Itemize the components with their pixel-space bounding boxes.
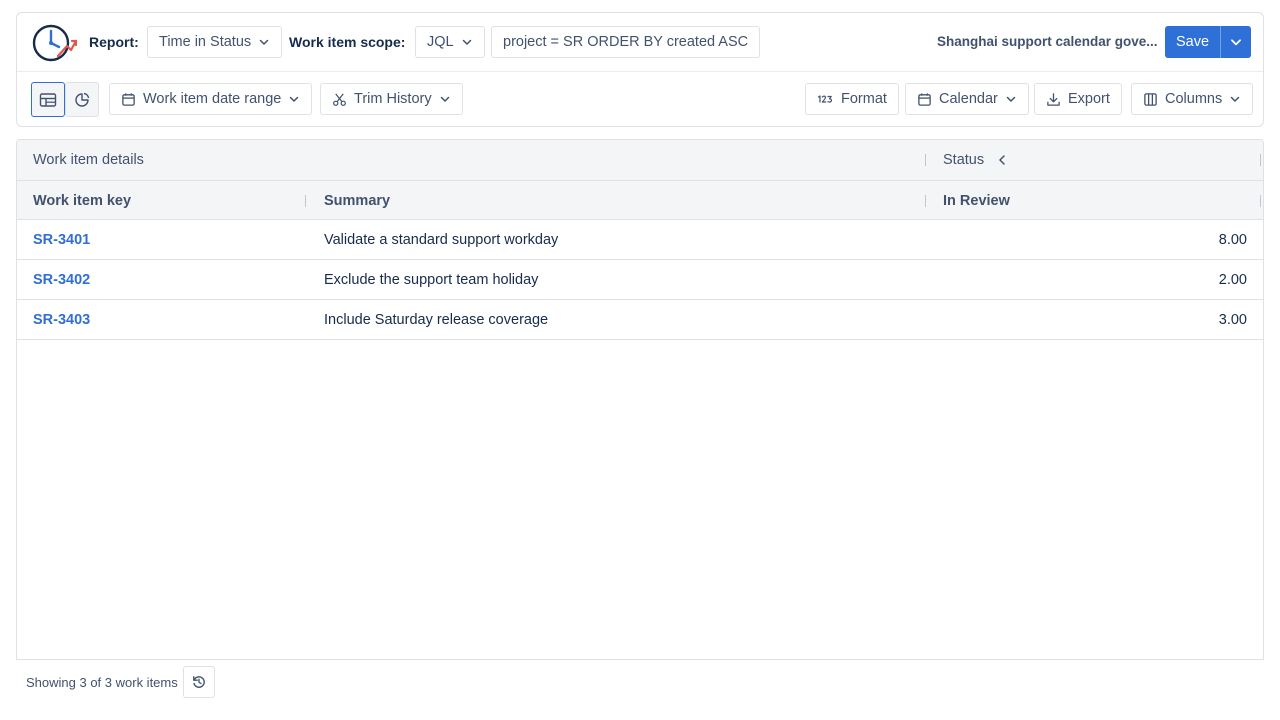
work-item-key-link[interactable]: SR-3403 (33, 310, 90, 330)
chevron-down-icon (461, 36, 473, 48)
table-row: SR-3401 Validate a standard support work… (17, 220, 1263, 260)
format-label: Format (841, 91, 887, 107)
work-item-summary: Exclude the support team holiday (324, 272, 539, 288)
chevron-left-icon[interactable] (996, 153, 1008, 170)
table-group-header-row: Work item details Status (17, 140, 1263, 181)
chevron-down-icon (1231, 39, 1241, 46)
report-select[interactable]: Time in Status (147, 26, 283, 58)
scope-type-select[interactable]: JQL (415, 26, 485, 58)
columns-button[interactable]: Columns (1131, 83, 1254, 115)
column-resize-handle[interactable] (1260, 195, 1261, 207)
column-resize-handle[interactable] (925, 154, 926, 166)
toolbar-row-report: Report: Time in Status Work item scope: … (17, 13, 1263, 72)
report-label: Report: (89, 34, 139, 50)
trim-history-button[interactable]: Trim History (320, 83, 463, 115)
chevron-down-icon (288, 93, 300, 105)
table-header-row: Work item key Summary In Review (17, 181, 1263, 220)
toolbar-row-options: Work item date range Trim History Format… (17, 72, 1263, 128)
report-toolbar: Report: Time in Status Work item scope: … (16, 12, 1264, 127)
report-table: Work item details Status Work item key S… (16, 139, 1264, 660)
chevron-down-icon (1229, 93, 1241, 105)
save-button[interactable]: Save (1165, 26, 1220, 58)
date-range-button[interactable]: Work item date range (109, 83, 313, 115)
calendar-name[interactable]: Shanghai support calendar gove... (937, 34, 1158, 49)
date-range-label: Work item date range (143, 91, 282, 107)
in-review-value: 3.00 (1218, 312, 1247, 328)
save-options-button[interactable] (1220, 26, 1251, 58)
jql-query-input[interactable]: project = SR ORDER BY created ASC (491, 26, 761, 58)
export-button[interactable]: Export (1034, 83, 1122, 115)
work-item-key-link[interactable]: SR-3402 (33, 270, 90, 290)
column-header-in-review[interactable]: In Review (943, 191, 1010, 211)
column-header-key[interactable]: Work item key (33, 191, 131, 211)
table-view-toggle[interactable] (31, 82, 65, 117)
chevron-down-icon (258, 36, 270, 48)
export-label: Export (1068, 91, 1110, 107)
work-item-key-link[interactable]: SR-3401 (33, 230, 90, 250)
in-review-value: 8.00 (1218, 232, 1247, 248)
work-item-summary: Include Saturday release coverage (324, 312, 549, 328)
scissors-icon (332, 92, 347, 107)
column-resize-handle[interactable] (925, 195, 926, 207)
jql-query-value: project = SR ORDER BY created ASC (503, 34, 749, 50)
app-logo-icon (32, 24, 77, 62)
report-select-value: Time in Status (159, 34, 252, 50)
table-row: SR-3402 Exclude the support team holiday… (17, 260, 1263, 300)
footer-divider (16, 659, 1264, 660)
refresh-button[interactable] (183, 666, 215, 698)
table-row: SR-3403 Include Saturday release coverag… (17, 300, 1263, 340)
column-header-summary[interactable]: Summary (324, 191, 390, 211)
format-button[interactable]: Format (805, 83, 899, 115)
chevron-down-icon (439, 93, 451, 105)
calendar-label: Calendar (939, 91, 998, 107)
refresh-icon (193, 676, 205, 688)
trim-history-label: Trim History (354, 91, 432, 107)
showing-count: Showing 3 of 3 work items (26, 675, 178, 690)
table-view-icon (39, 92, 57, 107)
column-resize-handle[interactable] (305, 195, 306, 207)
chevron-down-icon (1005, 93, 1017, 105)
chart-view-icon (75, 92, 90, 107)
number-format-icon (817, 92, 834, 106)
scope-type-value: JQL (427, 34, 454, 50)
group-header-status: Status (943, 152, 985, 168)
chart-view-toggle[interactable] (65, 82, 99, 117)
scope-label: Work item scope: (289, 34, 406, 50)
column-resize-handle[interactable] (1260, 154, 1261, 166)
calendar-icon (121, 92, 136, 107)
calendar-button[interactable]: Calendar (905, 83, 1029, 115)
download-icon (1046, 92, 1061, 107)
in-review-value: 2.00 (1218, 272, 1247, 288)
save-button-group: Save (1165, 26, 1251, 58)
columns-label: Columns (1165, 91, 1223, 107)
work-item-summary: Validate a standard support workday (324, 232, 559, 248)
columns-icon (1143, 92, 1158, 107)
group-header-details: Work item details (33, 152, 144, 168)
calendar-icon (917, 92, 932, 107)
